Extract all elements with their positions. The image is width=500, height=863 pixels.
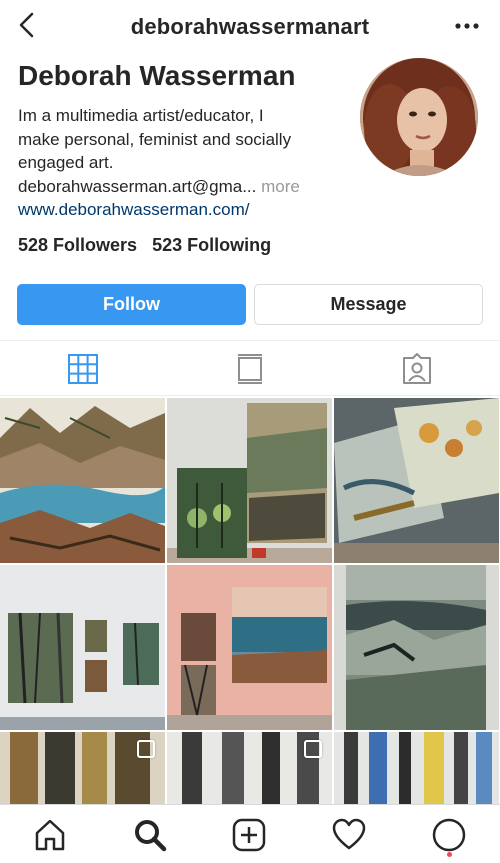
more-options-button[interactable]	[452, 14, 482, 38]
bio-line: engaged art.	[18, 153, 114, 172]
post-thumbnail[interactable]	[0, 398, 165, 563]
post-thumbnail[interactable]	[0, 732, 165, 804]
post-thumbnail[interactable]	[334, 398, 499, 563]
heart-icon	[332, 818, 366, 850]
profile-tabs	[0, 340, 500, 396]
followers-count[interactable]: 528 Followers	[18, 235, 137, 255]
profile-bio: Im a multimedia artist/educator, I make …	[18, 104, 348, 198]
profile-name: Deborah Wasserman	[18, 60, 296, 91]
search-button[interactable]	[132, 817, 168, 853]
avatar-image	[360, 58, 478, 176]
home-icon	[35, 819, 65, 851]
bio-line: Im a multimedia artist/educator, I	[18, 106, 264, 125]
post-thumbnail[interactable]	[334, 732, 499, 804]
tab-grid[interactable]	[0, 341, 166, 397]
add-post-button[interactable]	[231, 817, 267, 853]
top-bar: deborahwassermanart	[0, 0, 500, 54]
multiple-photos-icon	[304, 740, 322, 758]
feed-icon	[238, 354, 262, 384]
profile-stats: 528 Followers 523 Following	[18, 235, 281, 256]
bio-more-link[interactable]: more	[261, 177, 300, 196]
ellipsis-icon	[455, 23, 479, 29]
following-count[interactable]: 523 Following	[152, 235, 271, 255]
profile-username: deborahwassermanart	[130, 14, 370, 39]
home-button[interactable]	[32, 817, 68, 853]
activity-button[interactable]	[331, 817, 367, 853]
tagged-icon	[403, 353, 431, 384]
add-post-icon	[232, 818, 266, 852]
notification-dot	[447, 852, 452, 857]
profile-icon	[432, 818, 466, 852]
follow-button[interactable]: Follow	[17, 284, 246, 325]
tab-tagged[interactable]	[334, 341, 500, 397]
post-thumbnail[interactable]	[167, 398, 332, 563]
post-thumbnail[interactable]	[167, 732, 332, 804]
bio-email: deborahwasserman.art@gma...	[18, 176, 257, 196]
post-thumbnail[interactable]	[0, 565, 165, 730]
posts-grid	[0, 398, 500, 804]
avatar[interactable]	[360, 58, 478, 176]
profile-button[interactable]	[431, 817, 467, 853]
grid-icon	[68, 354, 98, 384]
bottom-nav	[0, 804, 500, 863]
website-link[interactable]: www.deborahwasserman.com/	[18, 200, 249, 220]
multiple-photos-icon	[137, 740, 155, 758]
post-thumbnail[interactable]	[334, 565, 499, 730]
tab-feed[interactable]	[167, 341, 333, 397]
post-thumbnail[interactable]	[167, 565, 332, 730]
search-icon	[135, 820, 167, 852]
message-button[interactable]: Message	[254, 284, 483, 325]
bio-line: deborahwasserman.art@gma... more	[18, 175, 348, 199]
bio-line: make personal, feminist and socially	[18, 129, 292, 149]
